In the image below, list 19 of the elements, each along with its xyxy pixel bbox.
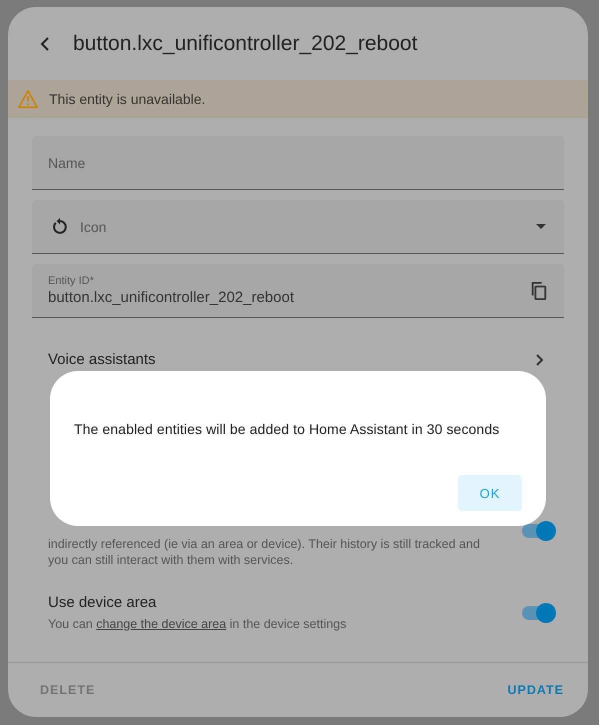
dialog-title: button.lxc_unificontroller_202_reboot xyxy=(73,32,418,56)
voice-assistants-row[interactable]: Voice assistants xyxy=(32,328,564,374)
update-button[interactable]: UPDATE xyxy=(500,677,572,703)
caret-icon xyxy=(536,224,546,229)
device-area-description: You can change the device area in the device settings xyxy=(48,617,346,631)
visible-description: indirectly referenced (ie via an area or device). Their history is still tracked and you can still interact with them with services. xyxy=(48,536,480,568)
warning-icon xyxy=(17,89,39,109)
device-area-link[interactable]: change the device area xyxy=(96,617,226,631)
chevron-right-icon xyxy=(536,354,544,366)
restart-icon xyxy=(50,216,70,236)
warning-text: This entity is unavailable. xyxy=(49,91,206,107)
copy-icon[interactable] xyxy=(530,280,548,300)
icon-select[interactable]: Icon xyxy=(32,200,564,254)
name-field[interactable]: Name xyxy=(32,136,564,190)
alert-message: The enabled entities will be added to Home Assistant in 30 seconds xyxy=(74,421,500,437)
entity-id-field[interactable]: Entity ID* button.lxc_unificontroller_202_reboot xyxy=(32,264,564,318)
back-icon[interactable] xyxy=(39,36,51,50)
ok-button[interactable]: OK xyxy=(458,475,522,511)
device-area-title: Use device area xyxy=(48,594,158,611)
